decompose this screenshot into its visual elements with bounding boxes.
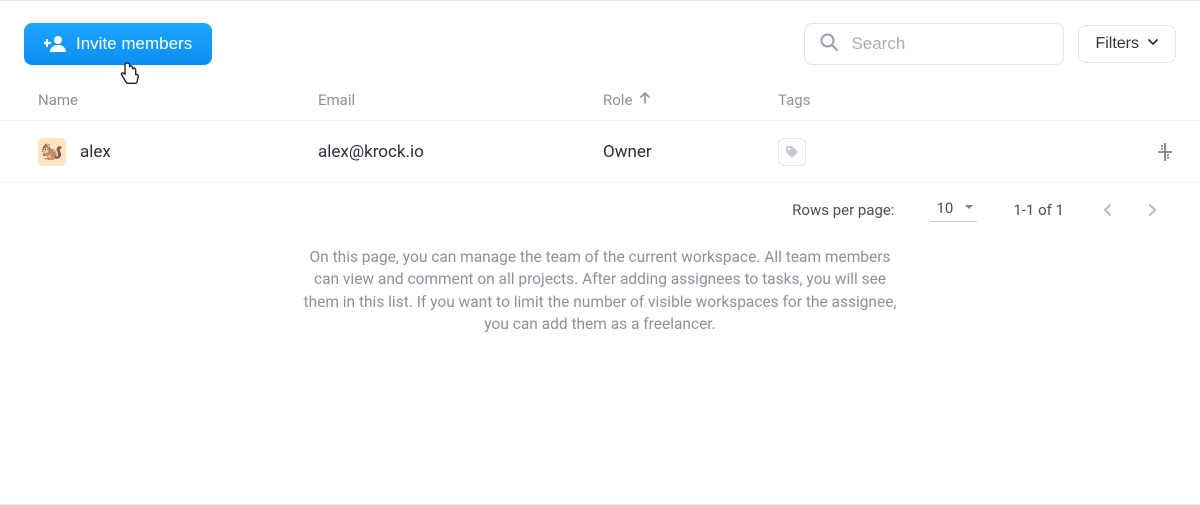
add-user-icon xyxy=(44,35,66,53)
rows-per-page-select[interactable]: 10 xyxy=(930,197,977,222)
col-name[interactable]: Name xyxy=(38,91,318,109)
name-cell: 🐿️ alex xyxy=(38,138,318,166)
add-tag-button[interactable] xyxy=(778,138,806,166)
search-icon xyxy=(819,32,839,56)
table-row[interactable]: 🐿️ alex alex@krock.io Owner xyxy=(0,121,1200,183)
page-range: 1-1 of 1 xyxy=(1013,201,1064,219)
search-field[interactable] xyxy=(804,23,1064,65)
dropdown-icon xyxy=(963,199,975,217)
member-name: alex xyxy=(80,142,111,162)
next-page-button[interactable] xyxy=(1144,202,1160,218)
col-email-label: Email xyxy=(318,91,355,109)
col-email[interactable]: Email xyxy=(318,91,603,109)
chevron-down-icon xyxy=(1147,35,1159,53)
help-text: On this page, you can manage the team of… xyxy=(300,246,900,336)
filters-button[interactable]: Filters xyxy=(1078,25,1176,63)
col-role-label: Role xyxy=(603,91,632,109)
sort-asc-icon xyxy=(638,91,652,109)
row-settings-button[interactable] xyxy=(1106,141,1176,163)
member-role: Owner xyxy=(603,142,778,162)
col-tags[interactable]: Tags xyxy=(778,91,1106,109)
member-email: alex@krock.io xyxy=(318,142,603,162)
rows-per-page-value: 10 xyxy=(936,199,953,217)
rows-per-page-label: Rows per page: xyxy=(792,201,894,219)
pagination: Rows per page: 10 1-1 of 1 xyxy=(0,183,1200,228)
toolbar: Invite members Filters xyxy=(0,1,1200,79)
members-table: Name Email Role Tags 🐿️ alex alex@krock.… xyxy=(0,79,1200,183)
invite-members-button[interactable]: Invite members xyxy=(24,23,212,65)
col-tags-label: Tags xyxy=(778,91,810,109)
avatar: 🐿️ xyxy=(38,138,66,166)
col-name-label: Name xyxy=(38,91,78,109)
tags-cell xyxy=(778,138,1106,166)
table-header: Name Email Role Tags xyxy=(0,79,1200,121)
filters-label: Filters xyxy=(1095,35,1139,53)
col-role[interactable]: Role xyxy=(603,91,778,109)
prev-page-button[interactable] xyxy=(1100,202,1116,218)
search-input[interactable] xyxy=(849,33,1049,55)
invite-members-label: Invite members xyxy=(76,34,192,54)
